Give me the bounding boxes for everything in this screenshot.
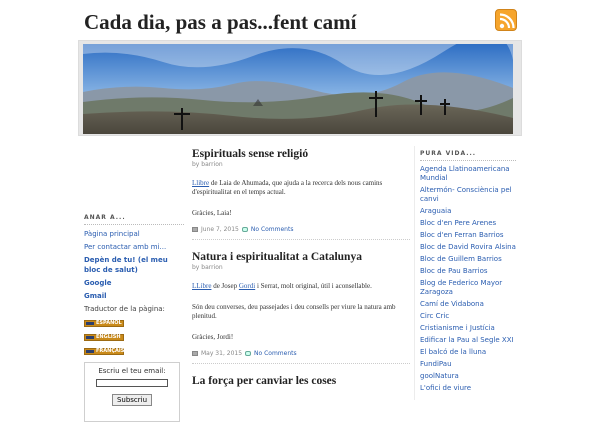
post-title[interactable]: La força per canviar les coses	[192, 374, 410, 388]
flag-icon	[86, 322, 94, 325]
blogroll-link[interactable]: L'ofici de viure	[420, 384, 516, 393]
blogroll-link[interactable]: goolNatura	[420, 372, 516, 381]
post-author: by barrion	[192, 161, 223, 168]
link-depen-de-tu[interactable]: Depèn de tu! (el meu bloc de salut)	[84, 255, 184, 275]
post-2: Natura i espiritualitat a Catalunya by b…	[192, 250, 410, 364]
post-1: Espirituals sense religió by barrion Lli…	[192, 147, 410, 240]
post-comments-link[interactable]: No Comments	[254, 350, 297, 357]
comment-icon	[241, 227, 248, 232]
blogroll-link[interactable]: Bloc d'en Pere Arenes	[420, 219, 516, 228]
calendar-icon	[192, 227, 198, 232]
sidebar-divider	[414, 146, 415, 400]
blogroll-link[interactable]: Araguaia	[420, 207, 516, 216]
flag-icon	[86, 350, 94, 353]
post-comments-link[interactable]: No Comments	[251, 226, 294, 233]
post-text: Gràcies, Laia!	[192, 209, 232, 217]
blogroll-link[interactable]: Circ Cric	[420, 312, 516, 321]
comment-icon	[245, 351, 252, 356]
post-meta: June 7, 2015 No Comments	[192, 226, 410, 233]
link-pagina-principal[interactable]: Pàgina principal	[84, 229, 184, 239]
post-meta: May 31, 2015 No Comments	[192, 350, 410, 357]
blogroll-link[interactable]: Edificar la Pau al Segle XXI	[420, 336, 516, 345]
translate-spanish-button[interactable]: ESPAÑOL	[84, 320, 124, 327]
email-subscribe-box: Escriu el teu email: Subscriu	[84, 362, 180, 422]
blogroll-link[interactable]: El balcó de la lluna	[420, 348, 516, 357]
subscribe-button[interactable]: Subscriu	[111, 394, 153, 406]
site-title[interactable]: Cada dia, pas a pas...fent camí	[84, 10, 356, 35]
blogroll-link[interactable]: Agenda Llatinoamericana Mundial	[420, 165, 516, 183]
blogroll-link[interactable]: Bloc de Pau Barrios	[420, 267, 516, 276]
post-link[interactable]: LLibre	[192, 282, 211, 290]
email-label: Escriu el teu email:	[98, 367, 166, 375]
sidebar-heading-anar: ANAR A...	[84, 214, 184, 225]
rss-feed-icon[interactable]	[495, 9, 517, 31]
link-contactar[interactable]: Per contactar amb mi...	[84, 242, 184, 252]
blogroll-link[interactable]: FundiPau	[420, 360, 516, 369]
sidebar-right: PURA VIDA... Agenda Llatinoamericana Mun…	[420, 150, 516, 396]
blogroll-list: Agenda Llatinoamericana Mundial Altermón-…	[420, 165, 516, 393]
post-title[interactable]: Espirituals sense religió	[192, 147, 410, 161]
calendar-icon	[192, 351, 198, 356]
post-date: June 7, 2015	[201, 226, 239, 233]
post-body: Llibre de Laia de Ahumada, que ajuda a l…	[192, 179, 410, 218]
post-title[interactable]: Natura i espiritualitat a Catalunya	[192, 250, 410, 264]
link-gmail[interactable]: Gmail	[84, 291, 184, 301]
sidebar-left: ANAR A... Pàgina principal Per contactar…	[84, 214, 184, 422]
post-3: La força per canviar les coses	[192, 374, 410, 394]
post-link[interactable]: Llibre	[192, 179, 209, 187]
blogroll-link[interactable]: Cristianisme i Justícia	[420, 324, 516, 333]
blogroll-link[interactable]: Camí de Vidabona	[420, 300, 516, 309]
post-text: de Laia de Ahumada, que ajuda a la recer…	[192, 179, 383, 196]
blogroll-link[interactable]: Bloc de David Rovira Alsina	[420, 243, 516, 252]
header-mountain-image	[83, 44, 513, 134]
translate-french-button[interactable]: FRANÇAIS	[84, 348, 124, 355]
sidebar-heading-pura-vida: PURA VIDA...	[420, 150, 516, 161]
link-google[interactable]: Google	[84, 278, 184, 288]
post-text: Són deu converses, deu passejades i deu …	[192, 303, 396, 320]
post-link[interactable]: Gordi	[239, 282, 255, 290]
post-text: de Josep	[211, 282, 239, 290]
post-author: by barrion	[192, 264, 223, 271]
blogroll-link[interactable]: Bloc de Guillem Barrios	[420, 255, 516, 264]
flag-icon	[86, 336, 94, 339]
email-input[interactable]	[96, 379, 168, 387]
post-text: i Serrat, molt original, útil i aconsell…	[255, 282, 372, 290]
blogroll-link[interactable]: Blog de Federico Mayor Zaragoza	[420, 279, 516, 297]
main-content: Espirituals sense religió by barrion Lli…	[192, 147, 410, 404]
post-text: Gràcies, Jordi!	[192, 333, 234, 341]
blogroll-link[interactable]: Bloc d'en Ferran Barrios	[420, 231, 516, 240]
blogroll-link[interactable]: Altermón- Consciència pel canvi	[420, 186, 516, 204]
translate-english-button[interactable]: ENGLISH	[84, 334, 124, 341]
post-body: LLibre de Josep Gordi i Serrat, molt ori…	[192, 282, 410, 342]
post-date: May 31, 2015	[201, 350, 243, 357]
translator-label: Traductor de la pàgina:	[84, 305, 165, 313]
